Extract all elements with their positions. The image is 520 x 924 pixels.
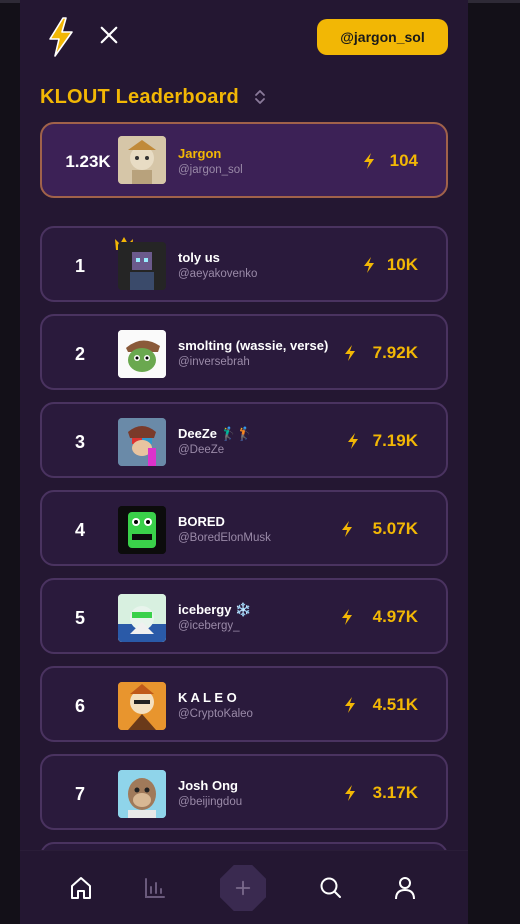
user-handle: @icebergy_ <box>178 620 240 632</box>
avatar <box>118 770 166 818</box>
user-name: icebergy ❄️ <box>178 602 252 617</box>
user-handle: @inversebrah <box>178 356 250 368</box>
leaderboard-row[interactable]: 6 K A L E O @CryptoKaleo 4.51K <box>40 666 448 742</box>
leaderboard-row[interactable]: 4 BORED @BoredElonMusk 5.07K <box>40 490 448 566</box>
bolt-icon <box>364 153 374 169</box>
header: @jargon_sol <box>20 3 468 71</box>
rank-number: 5 <box>74 608 85 628</box>
avatar <box>118 682 166 730</box>
klout-score: 7.19K <box>372 431 418 450</box>
avatar <box>118 330 166 378</box>
profile-icon[interactable] <box>392 875 418 901</box>
user-name: DeeZe 🏌️‍♂️🏌 <box>178 426 254 441</box>
lightning-logo-icon[interactable] <box>46 17 76 57</box>
sort-icon[interactable] <box>253 87 267 107</box>
avatar <box>118 136 166 184</box>
user-handle: @beijingdou <box>178 796 243 808</box>
rank-number: 6 <box>74 696 85 716</box>
bolt-icon <box>342 521 352 537</box>
rank-number: 3 <box>74 432 85 452</box>
avatar <box>118 594 166 642</box>
leaderboard-row[interactable]: 1 toly us @aeyakovenko 10K <box>40 226 448 302</box>
user-handle: @CryptoKaleo <box>178 708 253 720</box>
user-handle: @DeeZe <box>178 444 225 456</box>
user-name: smolting (wassie, verse) <box>178 338 329 353</box>
x-logo-icon[interactable] <box>98 25 120 47</box>
bolt-icon <box>345 785 355 801</box>
leaderboard-title-row: KLOUT Leaderboard <box>40 84 267 110</box>
my-name: Jargon <box>178 146 222 161</box>
klout-score: 10K <box>386 255 418 274</box>
bolt-icon <box>342 609 352 625</box>
klout-score: 3.17K <box>372 783 418 802</box>
rank-number: 1 <box>74 256 85 276</box>
klout-score: 5.07K <box>372 519 418 538</box>
page-title: KLOUT Leaderboard <box>40 85 239 108</box>
avatar <box>118 506 166 554</box>
user-name: BORED <box>178 514 225 529</box>
user-handle: @BoredElonMusk <box>178 532 271 544</box>
plus-icon <box>235 880 251 896</box>
leaderboard-row[interactable]: 3 DeeZe 🏌️‍♂️🏌 @DeeZe 7.19K <box>40 402 448 478</box>
rank-number: 7 <box>74 784 85 804</box>
my-rank-card[interactable]: 1.23K Jargon @jargon_sol 104 <box>40 122 448 198</box>
bolt-icon <box>348 433 358 449</box>
klout-score: 4.97K <box>372 607 418 626</box>
leaderboard-row[interactable]: 2 smolting (wassie, verse) @inversebrah … <box>40 314 448 390</box>
bolt-icon <box>345 345 355 361</box>
home-icon[interactable] <box>68 875 94 901</box>
rank-number: 2 <box>74 344 85 364</box>
avatar <box>118 242 166 290</box>
bolt-icon <box>364 257 374 273</box>
user-handle: @aeyakovenko <box>178 268 258 280</box>
avatar <box>118 418 166 466</box>
search-icon[interactable] <box>318 875 344 901</box>
rank-number: 4 <box>74 520 85 540</box>
user-name: Josh Ong <box>178 778 238 793</box>
user-name: toly us <box>178 250 220 265</box>
my-handle: @jargon_sol <box>178 164 243 176</box>
klout-score: 7.92K <box>372 343 418 362</box>
plus-button[interactable] <box>220 865 266 911</box>
bolt-icon <box>345 697 355 713</box>
my-klout-score: 104 <box>389 151 418 170</box>
klout-score: 4.51K <box>372 695 418 714</box>
user-name: K A L E O <box>178 690 237 705</box>
leaderboard-row[interactable]: 7 Josh Ong @beijingdou 3.17K <box>40 754 448 830</box>
profile-handle-button[interactable]: @jargon_sol <box>317 19 448 55</box>
bottom-nav <box>20 850 468 924</box>
leaderboard-row[interactable]: 5 icebergy ❄️ @icebergy_ 4.97K <box>40 578 448 654</box>
chart-icon[interactable] <box>142 875 168 901</box>
